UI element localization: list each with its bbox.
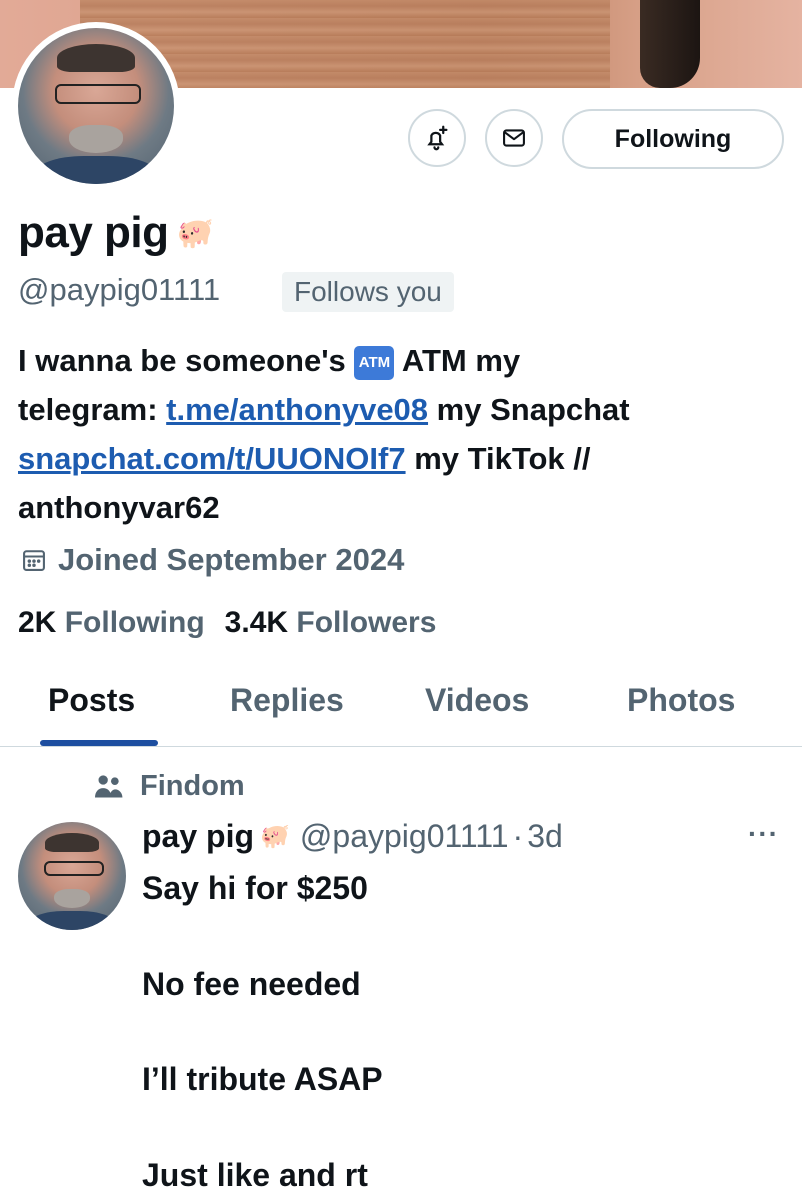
- bio-text: anthonyvar62: [18, 490, 220, 525]
- followers-stat[interactable]: 3.4K Followers: [225, 606, 437, 640]
- active-tab-indicator: [40, 740, 158, 746]
- post-text-line: No fee needed: [142, 966, 361, 1002]
- joined-text: Joined September 2024: [58, 542, 405, 577]
- post-text-line: Just like and rt: [142, 1157, 368, 1193]
- bio-text: ATM my: [401, 343, 521, 378]
- pig-emoji: 🐖: [176, 217, 214, 250]
- bio-text: telegram:: [18, 392, 158, 427]
- joined-date: Joined September 2024: [20, 542, 404, 578]
- bio-text: my TikTok //: [414, 441, 591, 476]
- tab-replies[interactable]: Replies: [230, 682, 344, 719]
- followers-count: 3.4K: [224, 606, 289, 639]
- envelope-icon: [503, 129, 525, 147]
- profile-avatar[interactable]: [12, 22, 180, 190]
- following-stat[interactable]: 2K Following: [18, 606, 205, 640]
- following-button[interactable]: Following: [562, 109, 784, 169]
- following-label: Following: [64, 606, 205, 639]
- bell-plus-icon: [427, 125, 448, 151]
- followers-label: Followers: [296, 606, 437, 639]
- tab-posts[interactable]: Posts: [48, 682, 135, 719]
- post-social-context[interactable]: Findom: [92, 770, 245, 803]
- separator-dot: ·: [512, 818, 524, 854]
- more-options-icon[interactable]: ···: [748, 818, 779, 850]
- community-name: Findom: [140, 770, 245, 802]
- avatar-photo: [18, 28, 174, 184]
- bio-text: my Snapchat: [436, 392, 630, 427]
- telegram-link[interactable]: t.me/anthonyve08: [166, 392, 428, 427]
- following-count: 2K: [18, 606, 57, 639]
- follow-stats: 2K Following 3.4K Followers: [18, 606, 436, 640]
- calendar-icon: [23, 550, 45, 571]
- profile-name: pay pig 🐖: [18, 208, 214, 258]
- post-text-line: Say hi for $250: [142, 870, 368, 906]
- atm-emoji: ATM: [354, 345, 395, 380]
- community-icon: [95, 774, 123, 797]
- post-timestamp[interactable]: 3d: [527, 818, 563, 855]
- post-author-name[interactable]: pay pig: [142, 818, 254, 855]
- tab-videos[interactable]: Videos: [425, 682, 529, 719]
- tab-photos[interactable]: Photos: [627, 682, 735, 719]
- profile-name-text: pay pig: [18, 208, 169, 257]
- post-author-handle[interactable]: @paypig01111: [300, 818, 509, 855]
- profile-handle: @paypig01111: [18, 272, 221, 307]
- post-author-avatar[interactable]: [18, 822, 126, 930]
- avatar-photo: [18, 822, 126, 930]
- profile-bio: I wanna be someone's ATM ATM my telegram…: [18, 336, 788, 532]
- banner-image-shadow: [640, 0, 700, 88]
- pig-emoji: 🐖: [260, 823, 290, 850]
- profile-tabs: Posts Replies Videos Photos: [0, 670, 802, 747]
- snapchat-link[interactable]: snapchat.com/t/UUONOIf7: [18, 441, 406, 476]
- post-text-line: I’ll tribute ASAP: [142, 1061, 383, 1097]
- post-header: pay pig 🐖 @paypig01111 · 3d: [142, 818, 563, 855]
- message-button[interactable]: [485, 109, 543, 167]
- notification-button[interactable]: [408, 109, 466, 167]
- bio-text: I wanna be someone's: [18, 343, 346, 378]
- follows-you-badge: Follows you: [282, 272, 454, 312]
